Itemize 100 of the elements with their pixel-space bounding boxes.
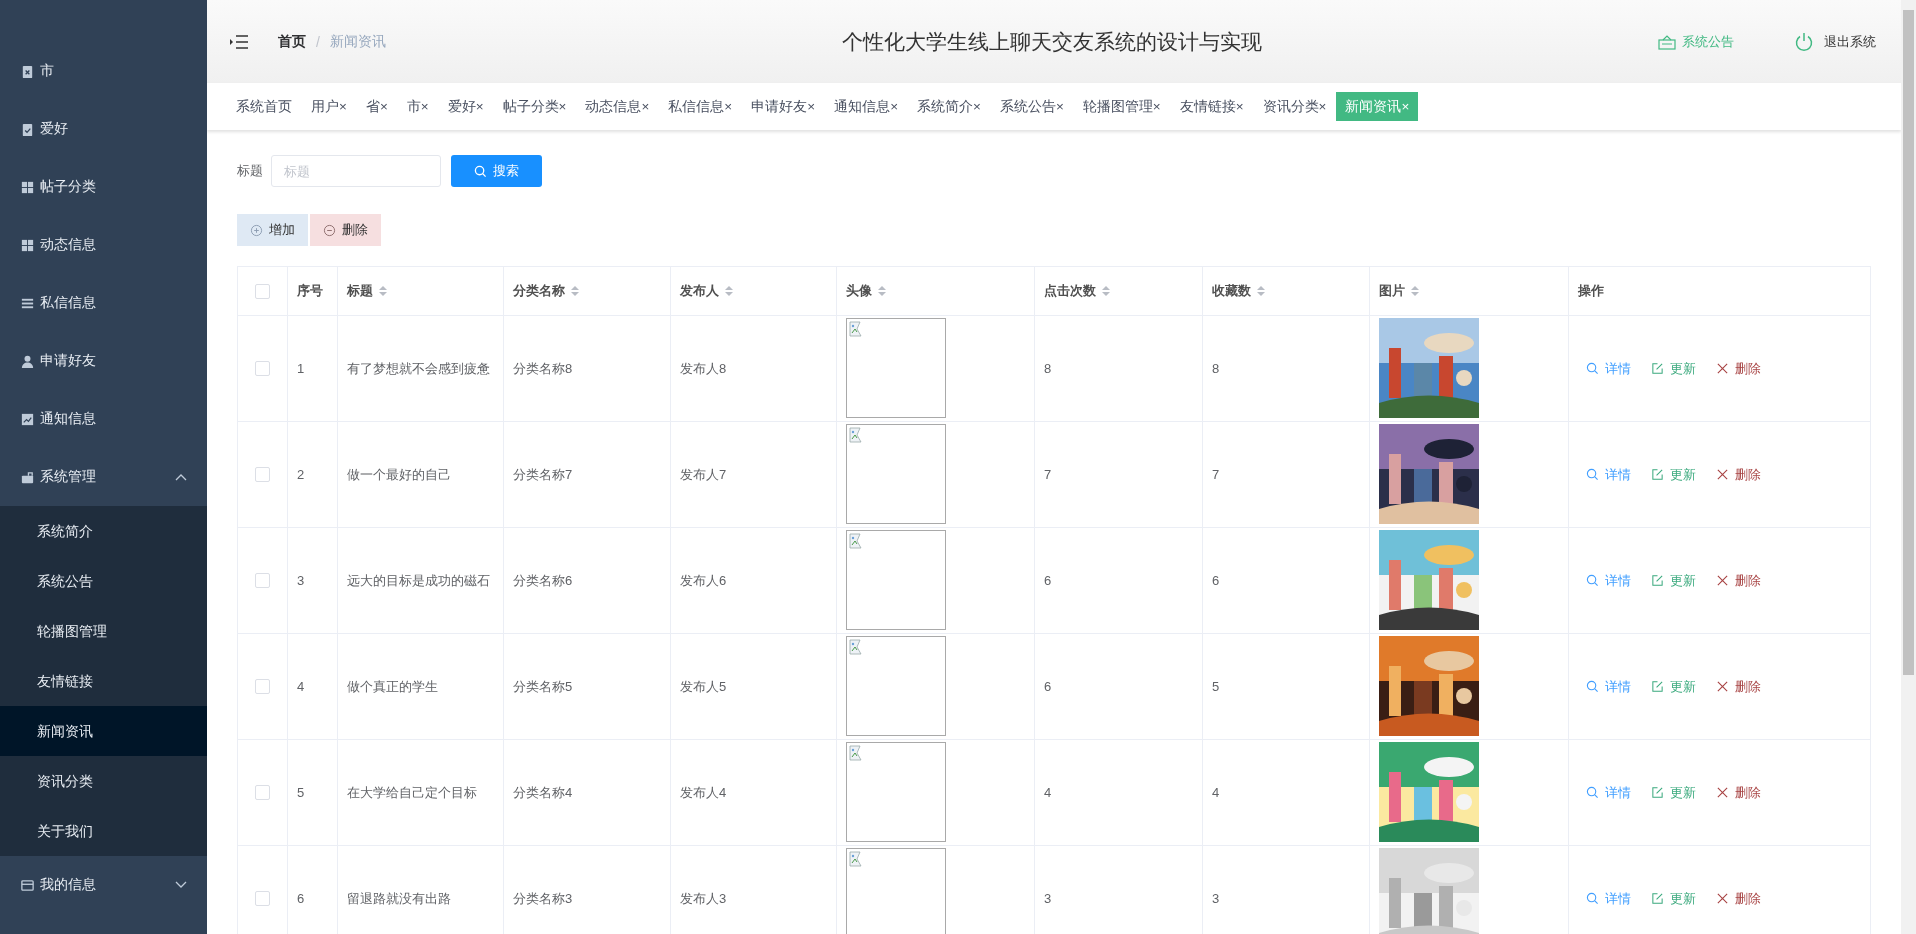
table-cell-text: 6 [1044, 571, 1052, 590]
column-header: 发布人 [680, 282, 719, 301]
sidebar-item[interactable]: 爱好 [0, 100, 207, 158]
tab[interactable]: 系统简介× [908, 92, 990, 121]
plus-circle-icon [250, 223, 263, 237]
logout-link[interactable]: 退出系统 [1794, 31, 1876, 52]
checkbox[interactable] [255, 467, 270, 482]
table-cell-text: 分类名称3 [513, 889, 573, 908]
table-cell-text: 3 [1044, 889, 1052, 908]
delete-link[interactable]: 删除 [1716, 568, 1761, 593]
submenu-item[interactable]: 关于我们 [0, 806, 207, 856]
tab[interactable]: 轮播图管理× [1073, 92, 1170, 121]
table-cell-text: 6 [1044, 677, 1052, 696]
tab[interactable]: 爱好× [438, 92, 493, 121]
sidebar-item[interactable]: 系统管理 [0, 448, 207, 506]
scrollbar[interactable] [1901, 0, 1916, 934]
search-icon [1586, 680, 1599, 693]
column-header: 图片 [1379, 282, 1405, 301]
sort-icon[interactable] [1257, 285, 1265, 297]
submenu-item[interactable]: 系统简介 [0, 506, 207, 556]
search-field[interactable]: 标题 [271, 155, 441, 187]
tab[interactable]: 市× [397, 92, 438, 121]
briefcase-icon [20, 469, 35, 485]
tab[interactable]: 省× [356, 92, 397, 121]
table-cell-text: 2 [297, 465, 305, 484]
delete-button[interactable]: 删除 [310, 214, 381, 246]
delete-link[interactable]: 删除 [1716, 356, 1761, 381]
chart-icon [20, 411, 35, 427]
table-cell-text: 7 [1044, 465, 1052, 484]
checkbox[interactable] [255, 283, 270, 299]
checkbox[interactable] [255, 573, 270, 588]
checkbox[interactable] [255, 785, 270, 800]
sort-icon[interactable] [571, 285, 579, 297]
table-cell-text: 做一个最好的自己 [347, 465, 451, 484]
sort-icon[interactable] [379, 285, 387, 297]
delete-link[interactable]: 删除 [1716, 674, 1761, 699]
close-icon [1716, 574, 1729, 587]
sort-icon[interactable] [878, 285, 886, 297]
close-icon [1716, 468, 1729, 481]
sidebar-item[interactable]: 动态信息 [0, 216, 207, 274]
tab[interactable]: 动态信息× [576, 92, 659, 121]
add-button[interactable]: 增加 [237, 214, 308, 246]
table-cell-text: 7 [1212, 465, 1220, 484]
delete-link[interactable]: 删除 [1716, 780, 1761, 805]
broken-image-icon [849, 427, 865, 443]
grid-icon [20, 237, 35, 253]
checkbox[interactable] [255, 679, 270, 694]
tab[interactable]: 系统首页 [227, 92, 301, 121]
delete-link[interactable]: 删除 [1716, 886, 1761, 911]
broken-image-icon [849, 639, 865, 655]
submenu-item[interactable]: 新闻资讯 [0, 706, 207, 756]
submenu-item[interactable]: 轮播图管理 [0, 606, 207, 656]
edit-icon [1651, 680, 1664, 693]
sort-icon[interactable] [1411, 285, 1419, 297]
table-cell-text: 4 [1044, 783, 1052, 802]
tab[interactable]: 通知信息× [825, 92, 907, 121]
tab[interactable]: 申请好友× [742, 92, 825, 121]
table-cell-text: 8 [1044, 359, 1052, 378]
breadcrumb-current: 新闻资讯 [329, 32, 386, 51]
sidebar-item[interactable]: 通知信息 [0, 390, 207, 448]
tab[interactable]: 资讯分类× [1253, 92, 1336, 121]
tab[interactable]: 帖子分类× [493, 92, 576, 121]
tab[interactable]: 系统公告× [990, 92, 1073, 121]
wallet-icon [20, 877, 35, 893]
submenu-item[interactable]: 友情链接 [0, 656, 207, 706]
close-icon [1716, 680, 1729, 693]
breadcrumb-link[interactable]: 首页 [278, 32, 306, 51]
submenu-item[interactable]: 系统公告 [0, 556, 207, 606]
edit-icon [1651, 468, 1664, 481]
column-header: 分类名称 [513, 282, 565, 301]
clipboard-check-icon [20, 121, 35, 137]
tab[interactable]: 私信信息× [659, 92, 742, 121]
table-cell-text: 发布人5 [680, 677, 727, 696]
table-cell-text: 分类名称6 [513, 571, 573, 590]
sidebar-item[interactable]: 申请好友 [0, 332, 207, 390]
delete-link[interactable]: 删除 [1716, 462, 1761, 487]
table-cell-text: 有了梦想就不会感到疲惫 [347, 359, 490, 378]
sidebar-item[interactable]: 私信信息 [0, 274, 207, 332]
checkbox[interactable] [255, 361, 270, 376]
sidebar-item[interactable]: 帖子分类 [0, 158, 207, 216]
menu-toggle-icon[interactable] [230, 34, 248, 49]
table-cell-text: 发布人3 [680, 889, 727, 908]
notice-board-icon [1658, 33, 1676, 50]
sidebar-item[interactable]: 我的信息 [0, 856, 207, 914]
sidebar-item[interactable]: 市 [0, 42, 207, 100]
submenu-item[interactable]: 资讯分类 [0, 756, 207, 806]
sort-icon[interactable] [725, 285, 733, 297]
checkbox[interactable] [255, 891, 270, 906]
grid-icon [20, 179, 35, 195]
table-cell-text: 分类名称5 [513, 677, 573, 696]
sort-icon[interactable] [1102, 285, 1110, 297]
table-cell-text: 6 [1212, 571, 1220, 590]
table-cell-text: 发布人7 [680, 465, 727, 484]
column-header: 点击次数 [1044, 282, 1096, 301]
search-icon [1586, 574, 1599, 587]
tab[interactable]: 友情链接× [1170, 92, 1253, 121]
table-cell-text: 远大的目标是成功的磁石 [347, 571, 490, 590]
broken-image-icon [849, 321, 865, 337]
tab[interactable]: 用户× [302, 92, 356, 121]
broken-image-icon [849, 533, 865, 549]
